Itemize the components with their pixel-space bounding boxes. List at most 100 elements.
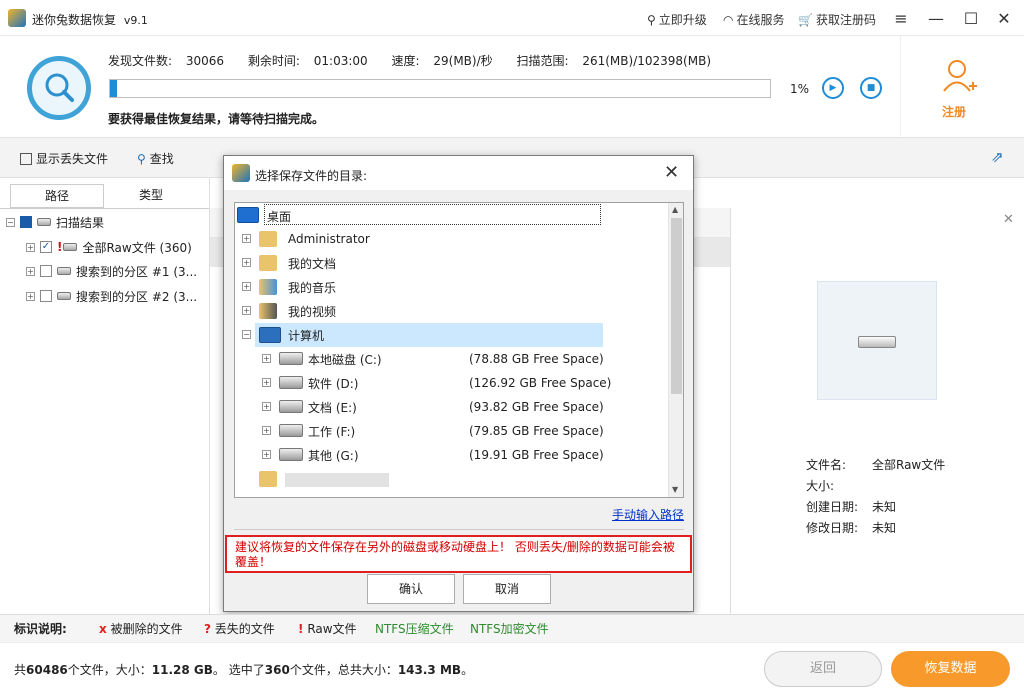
expand-icon[interactable]: + [262,354,271,363]
dialog-title-bar: 选择保存文件的目录: ✕ [224,156,693,190]
expand-icon[interactable]: + [262,378,271,387]
info-modified-value: 未知 [872,521,897,535]
tab-path[interactable]: 路径 [10,184,104,208]
cancel-button[interactable]: 取消 [463,574,551,604]
close-button[interactable]: ✕ [988,6,1020,30]
tree-root-label: 扫描结果 [56,215,105,230]
drive-label: 其他 (G:) [308,448,359,463]
left-panel: 路径 类型 − 扫描结果 + ✓ ! 全部Raw文件 (360) + 搜索到的分… [0,178,210,614]
status-summary: 共60486个文件，大小：11.28 GB。 选中了360个文件，总共大小：14… [14,663,474,677]
tree-item-checkbox[interactable]: ✓ [40,241,52,253]
drive-icon [279,376,303,389]
folder-icon [259,471,277,487]
expand-icon[interactable]: + [262,426,271,435]
info-modified-label: 修改日期: [806,521,859,535]
tree-node-blurred[interactable] [235,467,683,491]
expand-icon[interactable]: + [26,291,35,301]
tree-root[interactable]: − 扫描结果 [6,210,104,234]
expand-icon[interactable]: + [242,234,251,243]
tree-node-drive-d[interactable]: + 软件 (D:) (126.92 GB Free Space) [235,371,683,395]
tab-type[interactable]: 类型 [104,184,198,208]
register-label[interactable]: 注册 [942,103,966,120]
found-count: 30066 [185,54,225,68]
hard-drive-icon [858,336,896,348]
expand-icon[interactable]: + [262,450,271,459]
drive-icon [57,292,71,300]
scan-tip: 要获得最佳恢复结果，请等待扫描完成。 [108,112,325,126]
legend-deleted: x 被删除的文件 [99,622,183,636]
register-button[interactable] [900,36,1024,138]
tree-item-checkbox[interactable] [40,265,52,277]
play-button[interactable]: ▶ [822,77,844,99]
collapse-icon[interactable]: − [242,330,251,339]
collapse-icon[interactable]: − [6,217,15,227]
tree-node-drive-f[interactable]: + 工作 (F:) (79.85 GB Free Space) [235,419,683,443]
tree-item-raw[interactable]: + ✓ ! 全部Raw文件 (360) [26,235,192,259]
tree-item-checkbox[interactable] [40,290,52,302]
play-icon: ▶ [829,83,837,93]
tree-node-administrator[interactable]: + Administrator [235,227,683,251]
tree-node-desktop[interactable]: 桌面 [235,203,683,227]
tree-root-checkbox[interactable] [20,216,32,228]
maximize-button[interactable]: ☐ [955,6,987,30]
tree-node-drive-g[interactable]: + 其他 (G:) (19.91 GB Free Space) [235,443,683,467]
search-icon: ⚲ [137,151,146,166]
drive-label: 软件 (D:) [308,376,359,391]
drive-free-space: (79.85 GB Free Space) [469,424,604,438]
tree-node-drive-e[interactable]: + 文档 (E:) (93.82 GB Free Space) [235,395,683,419]
info-created-label: 创建日期: [806,500,859,514]
user-folder-icon [259,231,277,247]
dialog-close-button[interactable]: ✕ [664,162,679,183]
stop-button[interactable]: ■ [860,77,882,99]
tree-node-music[interactable]: + 我的音乐 [235,275,683,299]
total-file-count: 60486 [26,663,68,677]
tree-item-partition-2[interactable]: + 搜索到的分区 #2 (3... [26,284,197,308]
app-title: 迷你兔数据恢复 v9.1 [32,13,148,27]
drive-label: 工作 (F:) [308,424,356,439]
system-drive-icon [279,352,303,365]
expand-icon[interactable]: + [242,258,251,267]
recover-button[interactable]: 恢复数据 [891,651,1010,687]
selected-file-count: 360 [264,663,290,677]
tree-node-drive-c[interactable]: + 本地磁盘 (C:) (78.88 GB Free Space) [235,347,683,371]
legend-raw: ! Raw文件 [298,622,357,636]
menu-button[interactable]: ≡ [885,6,917,30]
online-service-link[interactable]: ◠ 在线服务 [723,11,785,28]
expand-icon[interactable]: + [26,242,35,252]
expand-icon[interactable]: + [26,266,35,276]
minimize-button[interactable]: — [920,6,952,30]
search-button[interactable]: ⚲ 查找 [137,150,174,167]
scan-magnifier-icon [27,56,91,120]
upgrade-link[interactable]: ⚲ 立即升级 [647,11,707,28]
close-preview-icon[interactable]: ✕ [1003,212,1014,227]
expand-icon[interactable]: + [262,402,271,411]
drive-icon [37,218,51,226]
tree-node-videos[interactable]: + 我的视频 [235,299,683,323]
scan-speed: 29(MB)/秒 [433,54,493,68]
tree-node-documents[interactable]: + 我的文档 [235,251,683,275]
legend-ntfs-encrypted: NTFS加密文件 [470,622,549,636]
expand-icon[interactable]: + [242,282,251,291]
back-button[interactable]: 返回 [764,651,882,687]
tree-item-partition-1[interactable]: + 搜索到的分区 #1 (3... [26,259,197,283]
manual-path-link[interactable]: 手动输入路径 [612,506,684,523]
confirm-button[interactable]: 确认 [367,574,455,604]
scrollbar-thumb[interactable] [671,218,682,394]
preview-box [817,281,937,400]
tree-node-computer[interactable]: − 计算机 [235,323,683,347]
video-folder-icon [259,303,277,319]
drive-label: 本地磁盘 (C:) [308,352,382,367]
expand-icon[interactable]: + [242,306,251,315]
show-lost-files-button[interactable]: 显示丢失文件 [20,150,108,167]
computer-icon [259,327,281,343]
deleted-x-icon: x [99,622,107,636]
raw-exclamation-icon: ! [298,622,304,636]
legend-title: 标识说明: [14,622,67,636]
scan-range: 261(MB)/102398(MB) [582,54,711,68]
drive-free-space: (19.91 GB Free Space) [469,448,604,462]
export-button[interactable]: ⇗ [991,148,1004,166]
remaining-time: 01:03:00 [313,54,368,68]
folder-tree-scrollbar[interactable]: ▲ ▼ [668,203,683,497]
get-code-link[interactable]: 🛒 获取注册码 [798,11,876,28]
progress-percent: 1% [790,82,810,96]
